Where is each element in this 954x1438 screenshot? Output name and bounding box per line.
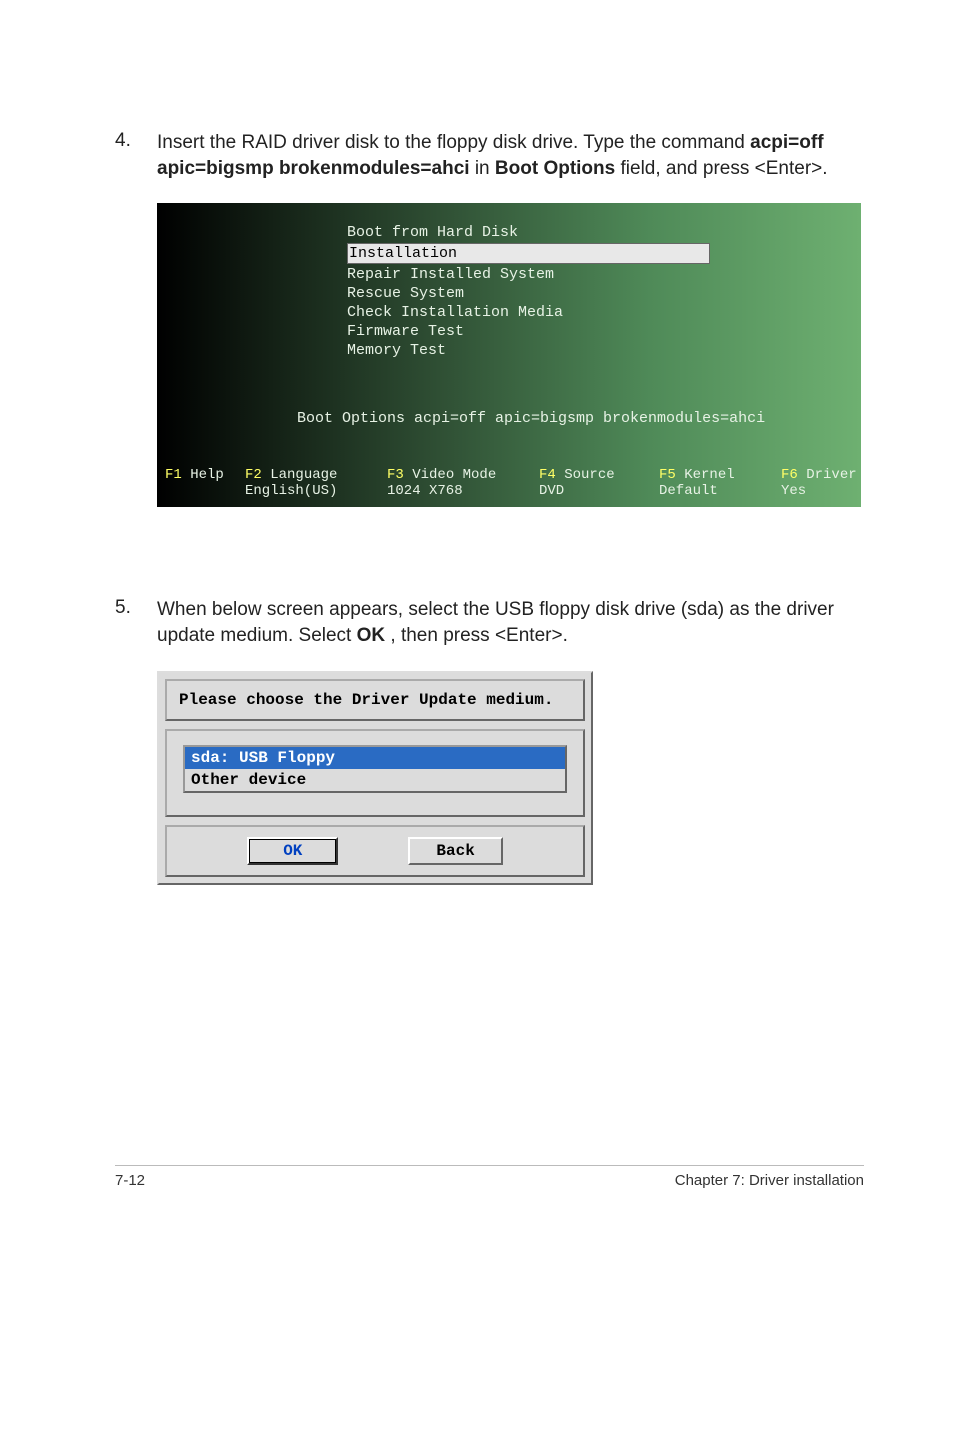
boot-menu-item[interactable]: Check Installation Media — [157, 303, 861, 322]
f2-label: Language — [270, 467, 337, 483]
f1-label: Help — [190, 467, 224, 483]
step5-post: , then press <Enter>. — [390, 625, 567, 646]
f3-value: 1024 X768 — [387, 483, 539, 499]
boot-menu-item-selected[interactable]: Installation — [157, 242, 861, 265]
driver-update-dialog: Please choose the Driver Update medium. … — [157, 671, 593, 885]
f6-value: Yes — [781, 483, 857, 499]
step-4: 4. Insert the RAID driver disk to the fl… — [115, 130, 864, 181]
f5-key: F5 — [659, 467, 676, 483]
ok-button[interactable]: OK — [247, 837, 338, 865]
boot-menu-item[interactable]: Memory Test — [157, 341, 861, 360]
f4-label: Source — [564, 467, 614, 483]
step4-post: field, and press <Enter>. — [621, 158, 828, 179]
f6-key: F6 — [781, 467, 798, 483]
step-5: 5. When below screen appears, select the… — [115, 597, 864, 648]
f4-key: F4 — [539, 467, 556, 483]
boot-menu-item[interactable]: Rescue System — [157, 284, 861, 303]
step4-pre: Insert the RAID driver disk to the flopp… — [157, 132, 750, 153]
step4-mid: in — [475, 158, 495, 179]
boot-menu-item[interactable]: Boot from Hard Disk — [157, 223, 861, 242]
f3-key: F3 — [387, 467, 404, 483]
boot-menu-item[interactable]: Firmware Test — [157, 322, 861, 341]
f2-value: English(US) — [245, 483, 387, 499]
f5-label: Kernel — [684, 467, 734, 483]
step4-field: Boot Options — [495, 158, 615, 179]
list-item-selected[interactable]: sda: USB Floppy — [185, 747, 565, 769]
step5-ok: OK — [357, 625, 386, 646]
boot-footer: F1 Help F2 Language English(US) F3 Video… — [157, 463, 861, 507]
f1-key: F1 — [165, 467, 182, 483]
dialog-list: sda: USB Floppy Other device — [165, 729, 585, 817]
step-5-number: 5. — [115, 597, 157, 648]
f2-key: F2 — [245, 467, 262, 483]
boot-menu-item[interactable]: Repair Installed System — [157, 265, 861, 284]
f6-label: Driver — [806, 467, 856, 483]
page-footer: 7-12 Chapter 7: Driver installation — [115, 1165, 864, 1189]
f4-value: DVD — [539, 483, 659, 499]
step-4-text: Insert the RAID driver disk to the flopp… — [157, 130, 864, 181]
f3-label: Video Mode — [412, 467, 496, 483]
boot-screen: Boot from Hard Disk Installation Repair … — [157, 203, 861, 507]
page-number: 7-12 — [115, 1172, 145, 1189]
f5-value: Default — [659, 483, 781, 499]
dialog-title: Please choose the Driver Update medium. — [165, 679, 585, 721]
chapter-title: Chapter 7: Driver installation — [675, 1172, 864, 1189]
step-4-number: 4. — [115, 130, 157, 181]
step-5-text: When below screen appears, select the US… — [157, 597, 864, 648]
back-button[interactable]: Back — [408, 837, 502, 865]
dialog-buttons: OK Back — [165, 825, 585, 877]
list-item[interactable]: Other device — [185, 769, 565, 791]
boot-options-field[interactable]: Boot Options acpi=off apic=bigsmp broken… — [157, 360, 861, 463]
